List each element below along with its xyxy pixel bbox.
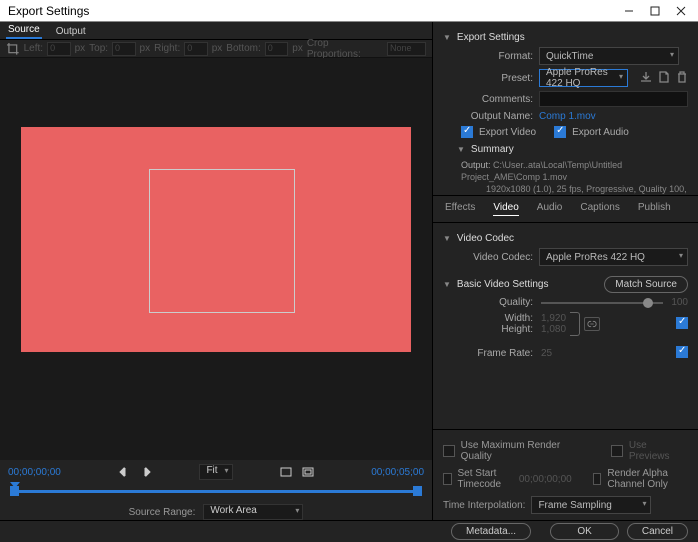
tab-audio[interactable]: Audio bbox=[537, 202, 563, 216]
minimize-button[interactable] bbox=[616, 2, 642, 20]
playhead-icon[interactable] bbox=[10, 482, 20, 488]
crop-bottom-label: Bottom: bbox=[226, 43, 260, 54]
tab-video[interactable]: Video bbox=[493, 202, 518, 216]
crop-prop-label: Crop Proportions: bbox=[307, 38, 383, 60]
comments-label: Comments: bbox=[461, 94, 533, 105]
time-interp-dropdown[interactable]: Frame Sampling bbox=[531, 496, 651, 514]
video-codec-header[interactable]: ▼Video Codec bbox=[443, 233, 688, 244]
crop-right-label: Right: bbox=[154, 43, 180, 54]
quality-value: 100 bbox=[671, 297, 688, 308]
ok-button[interactable]: OK bbox=[550, 523, 618, 540]
time-out[interactable]: 00;00;05;00 bbox=[371, 467, 424, 478]
import-preset-icon[interactable] bbox=[658, 71, 670, 86]
cancel-button[interactable]: Cancel bbox=[627, 523, 688, 540]
start-timecode-value: 00;00;00;00 bbox=[519, 474, 572, 485]
tab-output[interactable]: Output bbox=[54, 24, 88, 39]
width-value: 1,920 bbox=[541, 313, 566, 324]
framerate-value: 25 bbox=[541, 348, 552, 359]
quality-slider[interactable] bbox=[541, 302, 663, 304]
set-timecode-checkbox[interactable] bbox=[443, 473, 452, 485]
prev-frame-icon[interactable] bbox=[117, 465, 131, 479]
crop-left-input[interactable]: 0 bbox=[47, 42, 71, 56]
link-dimensions-button[interactable] bbox=[584, 317, 600, 331]
dimensions-match-checkbox[interactable] bbox=[676, 317, 688, 329]
summary-output: Output: C:\User..ata\Local\Temp\Untitled… bbox=[461, 159, 688, 195]
framerate-label: Frame Rate: bbox=[461, 348, 533, 359]
output-name-link[interactable]: Comp 1.mov bbox=[539, 111, 596, 122]
export-video-checkbox[interactable] bbox=[461, 126, 473, 138]
metadata-button[interactable]: Metadata... bbox=[451, 523, 531, 540]
twirl-down-icon: ▼ bbox=[443, 33, 451, 42]
settings-panel: ▼Export Settings Format: QuickTime Prese… bbox=[433, 22, 698, 520]
crop-prop-dropdown[interactable]: None bbox=[387, 42, 426, 56]
close-button[interactable] bbox=[668, 2, 694, 20]
crop-right-input[interactable]: 0 bbox=[184, 42, 208, 56]
preview-area bbox=[0, 58, 432, 460]
tab-source[interactable]: Source bbox=[6, 22, 42, 39]
preset-dropdown[interactable]: Apple ProRes 422 HQ bbox=[539, 69, 628, 87]
save-preset-icon[interactable] bbox=[640, 71, 652, 86]
export-tabs: Effects Video Audio Captions Publish bbox=[433, 195, 698, 223]
preset-label: Preset: bbox=[461, 73, 533, 84]
comments-input[interactable] bbox=[539, 91, 688, 107]
time-interp-label: Time Interpolation: bbox=[443, 500, 525, 511]
twirl-down-icon: ▼ bbox=[443, 280, 451, 289]
format-label: Format: bbox=[461, 51, 533, 62]
format-dropdown[interactable]: QuickTime bbox=[539, 47, 679, 65]
out-handle[interactable] bbox=[413, 486, 422, 496]
source-range-dropdown[interactable]: Work Area bbox=[203, 504, 303, 520]
timeline[interactable] bbox=[10, 484, 422, 498]
next-frame-icon[interactable] bbox=[139, 465, 153, 479]
render-options: Use Maximum Render Quality Use Previews … bbox=[433, 429, 698, 520]
maximize-button[interactable] bbox=[642, 2, 668, 20]
crop-top-input[interactable]: 0 bbox=[112, 42, 136, 56]
tab-effects[interactable]: Effects bbox=[445, 202, 475, 216]
preview-frame bbox=[21, 127, 411, 352]
delete-preset-icon[interactable] bbox=[676, 71, 688, 86]
crop-top-label: Top: bbox=[89, 43, 108, 54]
basic-video-header[interactable]: ▼Basic Video Settings Match Source bbox=[443, 276, 688, 293]
quality-label: Quality: bbox=[461, 297, 533, 308]
use-previews-checkbox bbox=[611, 445, 623, 457]
summary-header[interactable]: ▼Summary bbox=[457, 144, 688, 155]
crop-bottom-input[interactable]: 0 bbox=[265, 42, 289, 56]
dialog-footer: Metadata... OK Cancel bbox=[0, 520, 698, 542]
video-codec-label: Video Codec: bbox=[461, 252, 533, 263]
twirl-down-icon: ▼ bbox=[457, 145, 465, 154]
export-audio-checkbox[interactable] bbox=[554, 126, 566, 138]
time-in[interactable]: 00;00;00;00 bbox=[8, 467, 61, 478]
video-codec-dropdown[interactable]: Apple ProRes 422 HQ bbox=[539, 248, 688, 266]
width-label: Width: bbox=[461, 313, 533, 324]
render-alpha-checkbox[interactable] bbox=[593, 473, 602, 485]
zoom-fit-dropdown[interactable]: Fit bbox=[199, 464, 232, 480]
crop-toolbar: Left:0px Top:0px Right:0px Bottom:0px Cr… bbox=[0, 40, 432, 58]
tab-publish[interactable]: Publish bbox=[638, 202, 671, 216]
max-render-checkbox[interactable] bbox=[443, 445, 455, 457]
twirl-down-icon: ▼ bbox=[443, 234, 451, 243]
safe-margins-icon[interactable] bbox=[301, 465, 315, 479]
match-source-button[interactable]: Match Source bbox=[604, 276, 688, 293]
height-value: 1,080 bbox=[541, 324, 566, 335]
framerate-match-checkbox[interactable] bbox=[676, 346, 688, 358]
height-label: Height: bbox=[461, 324, 533, 335]
aspect-icon[interactable] bbox=[279, 465, 293, 479]
crop-left-label: Left: bbox=[24, 43, 43, 54]
titlebar: Export Settings bbox=[0, 0, 698, 22]
preview-controls: 00;00;00;00 Fit 00;00;05;00 Source Range bbox=[0, 460, 432, 520]
safe-margin-box bbox=[149, 169, 295, 313]
preview-panel: Source Output Left:0px Top:0px Right:0px… bbox=[0, 22, 433, 520]
output-name-label: Output Name: bbox=[461, 111, 533, 122]
window-title: Export Settings bbox=[4, 4, 616, 18]
export-settings-header[interactable]: ▼Export Settings bbox=[443, 32, 688, 43]
source-range-label: Source Range: bbox=[129, 507, 196, 518]
crop-icon[interactable] bbox=[6, 42, 20, 56]
tab-captions[interactable]: Captions bbox=[580, 202, 619, 216]
link-bracket-icon bbox=[570, 312, 580, 336]
